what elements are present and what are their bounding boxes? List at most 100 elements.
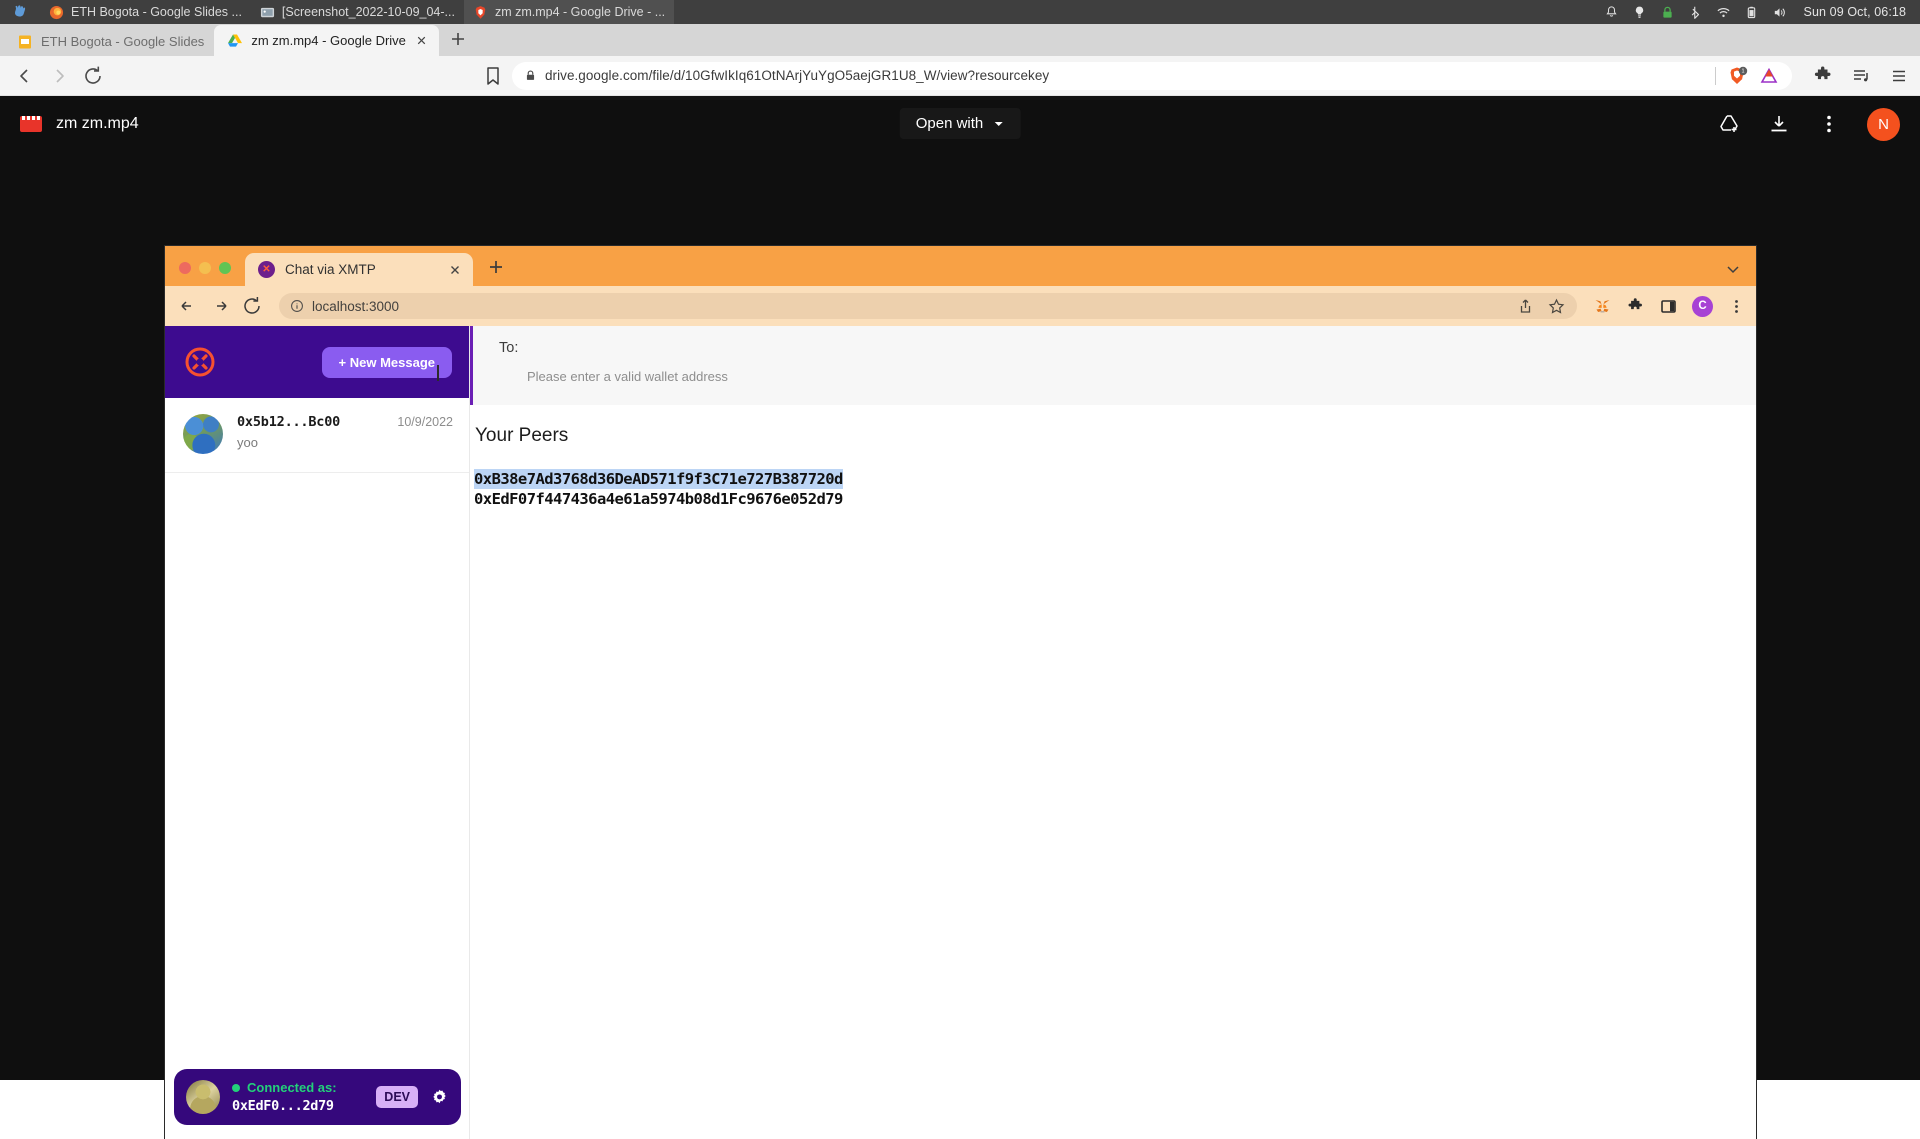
identicon-avatar: [183, 414, 223, 454]
omnibox-action-icons: 1: [1715, 65, 1780, 87]
connected-status-line: Connected as:: [232, 1080, 364, 1095]
browser-tab-slides[interactable]: ETH Bogota - Google Slides: [4, 27, 215, 56]
recipient-bar[interactable]: To: Please enter a valid wallet address: [470, 326, 1756, 405]
playlist-icon[interactable]: [1850, 65, 1872, 87]
maximize-window-button[interactable]: [219, 262, 231, 274]
drive-file-name: zm zm.mp4: [56, 115, 139, 132]
taskbar-label-brave: zm zm.mp4 - Google Drive - ...: [494, 5, 666, 19]
xmtp-logo-icon: [183, 345, 217, 379]
inner-address-bar[interactable]: localhost:3000: [279, 293, 1577, 319]
inner-browser-tab-title: Chat via XMTP: [285, 262, 376, 277]
conversation-date: 10/9/2022: [397, 415, 453, 429]
system-clock[interactable]: Sun 09 Oct, 06:18: [1804, 5, 1906, 19]
peers-heading: Your Peers: [475, 425, 569, 446]
extensions-puzzle-icon[interactable]: [1626, 297, 1645, 316]
back-arrow-icon[interactable]: [175, 293, 201, 319]
chevron-down-icon[interactable]: [1724, 260, 1742, 278]
main-panel: To: Please enter a valid wallet address …: [470, 326, 1756, 1139]
brave-shield-icon[interactable]: 1: [1726, 65, 1748, 87]
inner-new-tab-button[interactable]: [483, 254, 509, 280]
metamask-fox-icon[interactable]: [1593, 297, 1612, 316]
bookmark-icon[interactable]: [480, 63, 506, 89]
slides-icon: [17, 34, 33, 50]
connected-label: Connected as:: [247, 1080, 337, 1095]
extensions-puzzle-icon[interactable]: [1812, 65, 1834, 87]
inner-browser-toolbar: localhost:3000 C: [165, 286, 1756, 326]
wallet-address-hint: Please enter a valid wallet address: [527, 369, 728, 384]
conversation-list-item[interactable]: 0x5b12...Bc00 10/9/2022 yoo: [165, 398, 469, 473]
conversation-sidebar: + New Message 0x5b12...Bc00 10/9/2022 yo…: [165, 326, 470, 1139]
wifi-icon[interactable]: [1716, 5, 1731, 20]
image-viewer-icon: [260, 5, 275, 20]
to-label: To:: [499, 340, 519, 356]
connected-text: Connected as: 0xEdF0...2d79: [232, 1080, 364, 1114]
os-task-list: ETH Bogota - Google Slides ... [Screensh…: [0, 0, 675, 24]
peer-address[interactable]: 0xEdF07f447436a4e61a5974b08d1Fc9676e052d…: [474, 489, 843, 509]
back-arrow-icon[interactable]: [10, 61, 40, 91]
forward-arrow-icon[interactable]: [207, 293, 233, 319]
new-message-button[interactable]: + New Message: [321, 346, 452, 378]
lock-icon[interactable]: [1660, 5, 1675, 20]
screenshot-content: Chat via XMTP: [165, 246, 1756, 1139]
drive-viewer: zm zm.mp4 N Open with ✕ Chat via XMTP lo…: [0, 96, 1920, 1139]
peer-row[interactable]: 0xB38e7Ad3768d36DeAD571f9f3C71e727B38772…: [474, 469, 1756, 490]
lock-icon: [524, 69, 537, 82]
download-icon[interactable]: [1767, 112, 1791, 136]
divider: [1715, 66, 1716, 85]
close-window-button[interactable]: [179, 262, 191, 274]
system-tray: Sun 09 Oct, 06:18: [1604, 0, 1920, 24]
more-options-icon[interactable]: [1817, 112, 1841, 136]
kebab-menu-icon[interactable]: [1727, 297, 1746, 316]
connected-status-bar[interactable]: Connected as: 0xEdF0...2d79 DEV: [174, 1069, 461, 1125]
browser-tab-drive[interactable]: zm zm.mp4 - Google Drive: [214, 25, 439, 56]
star-icon[interactable]: [1547, 297, 1566, 316]
volume-icon[interactable]: [1772, 5, 1787, 20]
inner-browser-tab-xmtp[interactable]: Chat via XMTP: [245, 253, 473, 286]
wallet-avatar: [186, 1080, 220, 1114]
taskbar-item-brave[interactable]: zm zm.mp4 - Google Drive - ...: [463, 0, 675, 24]
taskbar-label-firefox: ETH Bogota - Google Slides ...: [71, 5, 242, 19]
address-bar[interactable]: drive.google.com/file/d/10GfwIkIq61OtNAr…: [512, 61, 1792, 90]
avatar[interactable]: N: [1867, 107, 1900, 141]
conversation-details: 0x5b12...Bc00 10/9/2022 yoo: [237, 414, 453, 450]
inner-address-bar-url: localhost:3000: [312, 298, 400, 314]
taskbar-item-screenshot[interactable]: [Screenshot_2022-10-09_04-...: [251, 0, 464, 24]
side-panel-icon[interactable]: [1659, 297, 1678, 316]
brave-rewards-triangle-icon[interactable]: [1758, 65, 1780, 87]
reload-icon[interactable]: [78, 61, 108, 91]
forward-arrow-icon: [44, 61, 74, 91]
browser-toolbar-actions: [1800, 65, 1910, 87]
peer-address[interactable]: 0xB38e7Ad3768d36DeAD571f9f3C71e727B38772…: [474, 469, 843, 490]
video-file-icon: [20, 116, 42, 132]
conversation-top-row: 0x5b12...Bc00 10/9/2022: [237, 414, 453, 430]
minimize-window-button[interactable]: [199, 262, 211, 274]
bell-icon[interactable]: [1604, 5, 1619, 20]
close-icon[interactable]: [414, 33, 429, 48]
add-to-drive-icon[interactable]: [1717, 112, 1741, 136]
chevron-down-icon: [992, 118, 1004, 130]
activities-icon[interactable]: [0, 0, 40, 24]
inner-browser-tab-strip: Chat via XMTP: [165, 246, 1756, 286]
share-icon[interactable]: [1516, 297, 1535, 316]
bluetooth-icon[interactable]: [1688, 5, 1703, 20]
browser-tab-title-slides: ETH Bogota - Google Slides: [41, 34, 205, 49]
taskbar-label-screenshot: [Screenshot_2022-10-09_04-...: [281, 5, 455, 19]
reload-icon[interactable]: [239, 293, 265, 319]
os-top-bar: ETH Bogota - Google Slides ... [Screensh…: [0, 0, 1920, 24]
drive-icon: [227, 33, 243, 49]
window-controls: [165, 262, 245, 286]
close-icon[interactable]: [447, 262, 463, 278]
lightbulb-icon[interactable]: [1632, 5, 1647, 20]
battery-icon[interactable]: [1744, 5, 1759, 20]
open-with-button[interactable]: Open with: [899, 108, 1021, 139]
env-badge[interactable]: DEV: [376, 1086, 418, 1108]
browser-toolbar: drive.google.com/file/d/10GfwIkIq61OtNAr…: [0, 56, 1920, 96]
brave-icon: [473, 5, 488, 20]
avatar[interactable]: C: [1692, 295, 1713, 317]
hamburger-menu-icon[interactable]: [1888, 65, 1910, 87]
gear-icon[interactable]: [430, 1088, 449, 1107]
xmtp-favicon: [258, 261, 275, 278]
peer-row[interactable]: 0xEdF07f447436a4e61a5974b08d1Fc9676e052d…: [474, 489, 1756, 509]
taskbar-item-firefox[interactable]: ETH Bogota - Google Slides ...: [40, 0, 251, 24]
new-tab-button[interactable]: [445, 26, 473, 54]
